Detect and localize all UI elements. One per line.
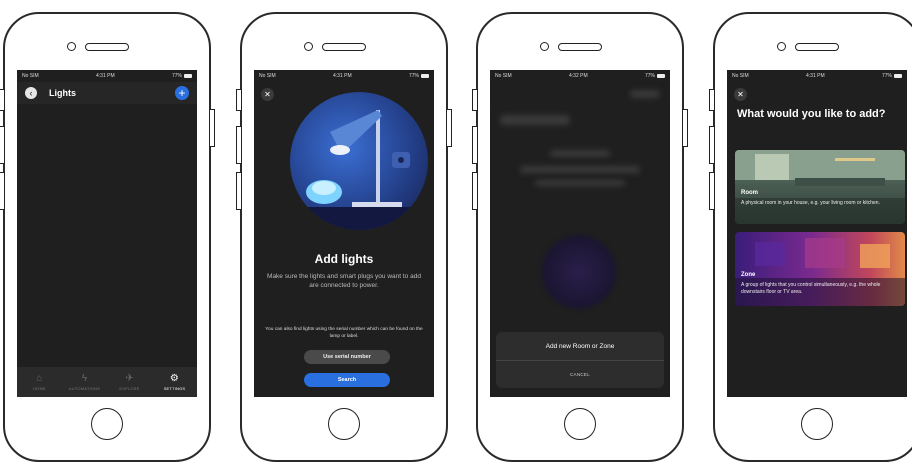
speaker-grille (85, 43, 129, 51)
room-image (735, 150, 905, 224)
page-title: Add lights (314, 252, 374, 266)
lamp-icon (290, 110, 428, 230)
speaker-grille (558, 43, 602, 51)
side-button (709, 89, 715, 111)
time-text: 4:32 PM (569, 73, 588, 79)
tab-automations[interactable]: ϟ AUTOMATIONS (62, 367, 107, 397)
close-button[interactable]: ✕ (734, 88, 747, 101)
serial-note: You can also find lights using the seria… (265, 327, 423, 340)
carrier-text: No SIM (732, 73, 749, 79)
speaker-grille (795, 43, 839, 51)
battery-indicator: 77% (172, 73, 192, 79)
tab-label: AUTOMATIONS (68, 386, 101, 391)
side-button (0, 172, 5, 210)
blurred-text (550, 150, 610, 157)
zone-option-card[interactable]: Zone A group of lights that you control … (735, 232, 905, 306)
room-description: A physical room in your house, e.g. your… (741, 200, 880, 206)
battery-icon (657, 73, 665, 78)
side-button (709, 172, 715, 210)
home-button[interactable] (328, 408, 360, 440)
phone-frame-2: No SIM 4:31 PM 77% ✕ Add lights Make sur… (236, 12, 452, 462)
room-option-card[interactable]: Room A physical room in your house, e.g.… (735, 150, 905, 224)
time-text: 4:31 PM (96, 73, 115, 79)
battery-icon (184, 73, 192, 78)
side-button (236, 126, 242, 164)
phone-frame-3: No SIM 4:32 PM 77% Add new Room or Zone … (472, 12, 688, 462)
page-title: What would you like to add? (737, 108, 886, 120)
side-button (472, 89, 478, 111)
battery-indicator: 77% (645, 73, 665, 79)
home-button[interactable] (91, 408, 123, 440)
camera-icon (540, 42, 549, 51)
time-text: 4:31 PM (333, 73, 352, 79)
side-button (446, 109, 452, 147)
side-button (0, 126, 5, 164)
lights-header: ‹ Lights + (17, 82, 197, 104)
add-room-or-zone-option[interactable]: Add new Room or Zone (496, 332, 664, 361)
lamp-illustration (290, 92, 428, 230)
side-button (209, 109, 215, 147)
camera-icon (67, 42, 76, 51)
screen-lights: No SIM 4:31 PM 77% ‹ Lights + ⌂ HOME ϟ A… (17, 70, 197, 397)
action-sheet: Add new Room or Zone CANCEL (496, 332, 664, 388)
camera-icon (777, 42, 786, 51)
screen-add-lights: No SIM 4:31 PM 77% ✕ Add lights Make sur… (254, 70, 434, 397)
side-button (472, 172, 478, 210)
zone-description: A group of lights that you control simul… (741, 282, 881, 295)
battery-icon (894, 73, 902, 78)
tab-label: SETTINGS (163, 386, 186, 391)
phone-frame-4: No SIM 4:31 PM 77% ✕ What would you like… (709, 12, 912, 462)
blurred-header-icon (630, 90, 660, 98)
side-button (472, 126, 478, 164)
blurred-illustration (542, 235, 616, 309)
time-text: 4:31 PM (806, 73, 825, 79)
battery-indicator: 77% (409, 73, 429, 79)
home-icon: ⌂ (36, 373, 43, 384)
camera-icon (304, 42, 313, 51)
back-button[interactable]: ‹ (25, 87, 37, 99)
screen-what-to-add: No SIM 4:31 PM 77% ✕ What would you like… (727, 70, 907, 397)
phone-frame-1: No SIM 4:31 PM 77% ‹ Lights + ⌂ HOME ϟ A… (0, 12, 215, 462)
status-bar: No SIM 4:32 PM 77% (490, 70, 670, 82)
battery-indicator: 77% (882, 73, 902, 79)
cancel-button[interactable]: CANCEL (496, 361, 664, 388)
tab-label: HOME (33, 386, 46, 391)
tab-settings[interactable]: ⚙ SETTINGS (152, 367, 197, 397)
tab-bar: ⌂ HOME ϟ AUTOMATIONS ✈ EXPLORE ⚙ SETTING… (17, 367, 197, 397)
tab-label: EXPLORE (119, 386, 140, 391)
side-button (236, 89, 242, 111)
speaker-grille (322, 43, 366, 51)
status-bar: No SIM 4:31 PM 77% (727, 70, 907, 82)
blurred-text (520, 166, 640, 173)
zone-label: Zone (741, 272, 756, 278)
rocket-icon: ✈ (125, 373, 134, 384)
search-button[interactable]: Search (304, 373, 390, 387)
close-button[interactable]: ✕ (261, 88, 274, 101)
side-button (0, 89, 5, 111)
side-button (709, 126, 715, 164)
tab-home[interactable]: ⌂ HOME (17, 367, 62, 397)
battery-icon (421, 73, 429, 78)
blurred-text (535, 180, 625, 186)
status-bar: No SIM 4:31 PM 77% (254, 70, 434, 82)
add-button[interactable]: + (175, 86, 189, 100)
use-serial-number-button[interactable]: Use serial number (304, 350, 390, 364)
carrier-text: No SIM (495, 73, 512, 79)
side-button (682, 109, 688, 147)
lightning-icon: ϟ (81, 373, 88, 384)
tab-explore[interactable]: ✈ EXPLORE (107, 367, 152, 397)
screen-add-room-zone: No SIM 4:32 PM 77% Add new Room or Zone … (490, 70, 670, 397)
carrier-text: No SIM (259, 73, 276, 79)
page-title: Lights (49, 88, 76, 98)
instruction-text: Make sure the lights and smart plugs you… (267, 273, 421, 290)
gear-icon: ⚙ (169, 373, 180, 384)
side-button (236, 172, 242, 210)
home-button[interactable] (801, 408, 833, 440)
status-bar: No SIM 4:31 PM 77% (17, 70, 197, 82)
room-label: Room (741, 190, 758, 196)
blurred-title (500, 115, 570, 125)
home-button[interactable] (564, 408, 596, 440)
carrier-text: No SIM (22, 73, 39, 79)
